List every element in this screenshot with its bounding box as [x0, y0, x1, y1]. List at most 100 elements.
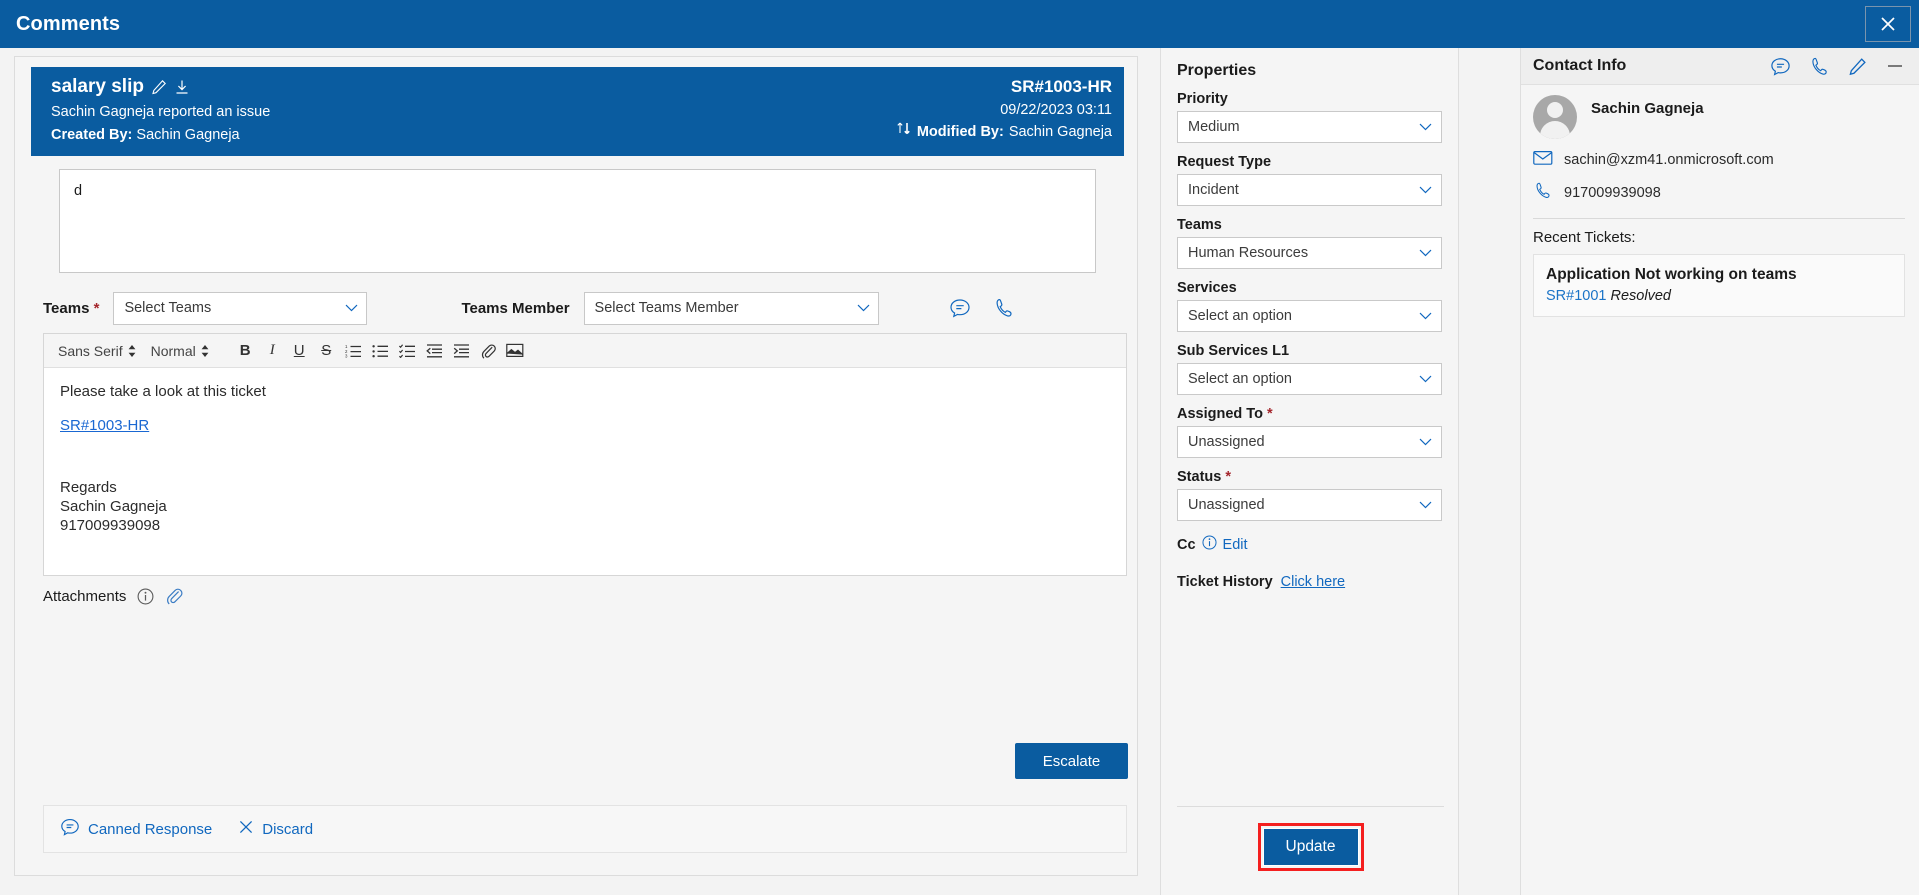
- italic-button[interactable]: I: [259, 338, 286, 364]
- pencil-icon[interactable]: [151, 79, 167, 95]
- teams-select-value: Select Teams: [124, 300, 212, 316]
- pencil-icon[interactable]: [1848, 57, 1867, 76]
- assigned-to-label-text: Assigned To: [1177, 406, 1263, 422]
- status-select[interactable]: Unassigned: [1177, 489, 1442, 521]
- editor-footer-bar: Canned Response Discard: [43, 805, 1127, 853]
- services-label-text: Services: [1177, 280, 1237, 296]
- status-label: Status *: [1177, 469, 1442, 485]
- rich-text-editor: Sans Serif Normal B I U S 123 Please tak…: [43, 333, 1127, 576]
- priority-select[interactable]: Medium: [1177, 111, 1442, 143]
- bullet-list-button[interactable]: [367, 338, 394, 364]
- canned-response-button[interactable]: Canned Response: [60, 817, 212, 841]
- contact-info-title: Contact Info: [1533, 57, 1627, 74]
- chevron-down-icon: [345, 304, 358, 313]
- teams-required-marker: *: [93, 299, 100, 317]
- chevron-down-icon: [1419, 375, 1432, 384]
- list-item[interactable]: Application Not working on teams SR#1001…: [1533, 254, 1905, 317]
- comment-input[interactable]: [59, 169, 1096, 273]
- recent-ticket-id[interactable]: SR#1001: [1546, 288, 1606, 304]
- minimize-icon[interactable]: [1885, 59, 1905, 73]
- assigned-to-select[interactable]: Unassigned: [1177, 426, 1442, 458]
- font-family-stepper-icon[interactable]: [127, 343, 137, 359]
- teams-property-value: Human Resources: [1188, 245, 1309, 261]
- ticket-card-right: SR#1003-HR 09/22/2023 03:11 Modified By:…: [896, 75, 1112, 143]
- ticket-id: SR#1003-HR: [1010, 77, 1112, 96]
- strikethrough-button[interactable]: S: [313, 338, 340, 364]
- teams-label: Teams *: [43, 300, 99, 317]
- update-button[interactable]: Update: [1262, 828, 1359, 866]
- contact-info-body: Sachin Gagneja sachin@xzm41.onmicrosoft.…: [1521, 85, 1919, 317]
- teams-property-select[interactable]: Human Resources: [1177, 237, 1442, 269]
- contact-info-panel: Contact Info Sachin Gagneja sachin@xzm41…: [1520, 48, 1919, 895]
- ticket-subtitle: Sachin Gagneja reported an issue: [51, 104, 271, 120]
- teams-property-label-text: Teams: [1177, 217, 1222, 233]
- modal-header: Comments: [0, 0, 1919, 48]
- ticket-card-left: salary slip Sachin Gagneja reported an i…: [51, 75, 270, 146]
- underline-button[interactable]: U: [286, 338, 313, 364]
- status-required-marker: *: [1225, 469, 1232, 485]
- contact-identity: Sachin Gagneja: [1533, 95, 1905, 139]
- contact-email-row: sachin@xzm41.onmicrosoft.com: [1533, 150, 1905, 170]
- sort-arrows-icon[interactable]: [896, 121, 912, 143]
- font-size-dropdown[interactable]: Normal: [151, 343, 196, 359]
- checklist-button[interactable]: [394, 338, 421, 364]
- phone-icon: [1533, 181, 1553, 204]
- bold-button[interactable]: B: [232, 338, 259, 364]
- services-select[interactable]: Select an option: [1177, 300, 1442, 332]
- phone-icon[interactable]: [993, 297, 1015, 319]
- phone-icon[interactable]: [1809, 56, 1830, 77]
- modal-body: salary slip Sachin Gagneja reported an i…: [0, 48, 1919, 895]
- request-type-value: Incident: [1188, 182, 1239, 198]
- mail-icon: [1533, 150, 1553, 170]
- sub-services-l1-label-text: Sub Services L1: [1177, 343, 1290, 359]
- escalate-button[interactable]: Escalate: [1015, 743, 1128, 779]
- avatar-body: [1540, 121, 1570, 139]
- font-family-dropdown[interactable]: Sans Serif: [58, 343, 123, 359]
- teams-select[interactable]: Select Teams: [113, 291, 368, 325]
- chat-bubble-icon[interactable]: [1770, 56, 1791, 77]
- ticket-date: 09/22/2023 03:11: [1000, 102, 1112, 118]
- info-icon[interactable]: [1202, 535, 1217, 554]
- page-title: Comments: [16, 12, 121, 35]
- chevron-down-icon: [857, 304, 870, 313]
- indent-button[interactable]: [448, 338, 475, 364]
- cc-edit-link[interactable]: Edit: [1223, 537, 1248, 553]
- chevron-down-icon: [1419, 249, 1432, 258]
- ordered-list-button[interactable]: 123: [340, 338, 367, 364]
- property-field-status: Status * Unassigned: [1177, 469, 1442, 521]
- teams-member-select[interactable]: Select Teams Member: [583, 291, 879, 325]
- discard-button[interactable]: Discard: [238, 819, 313, 839]
- svg-text:3: 3: [345, 354, 348, 358]
- outdent-button[interactable]: [421, 338, 448, 364]
- teams-property-label: Teams: [1177, 217, 1442, 233]
- request-type-select[interactable]: Incident: [1177, 174, 1442, 206]
- created-by-label: Created By:: [51, 127, 133, 143]
- contact-divider: [1533, 218, 1905, 219]
- teams-selection-row: Teams * Select Teams Teams Member Select…: [43, 289, 1127, 327]
- ticket-summary-card: salary slip Sachin Gagneja reported an i…: [31, 67, 1124, 156]
- download-icon[interactable]: [174, 79, 190, 95]
- editor-signature-1: Regards: [60, 479, 117, 496]
- ticket-history-link[interactable]: Click here: [1281, 574, 1345, 590]
- properties-divider: [1177, 806, 1444, 807]
- recent-ticket-title: Application Not working on teams: [1546, 266, 1797, 283]
- created-by-value: Sachin Gagneja: [136, 127, 240, 143]
- property-field-request-type: Request Type Incident: [1177, 154, 1442, 206]
- contact-info-header: Contact Info: [1521, 48, 1919, 85]
- info-icon[interactable]: [137, 588, 154, 605]
- chat-bubble-icon[interactable]: [949, 297, 971, 319]
- editor-content[interactable]: Please take a look at this ticket SR#100…: [44, 368, 1126, 549]
- chevron-down-icon: [1419, 186, 1432, 195]
- attach-link-button[interactable]: [475, 338, 502, 364]
- contact-info-actions: [1770, 56, 1905, 77]
- assigned-to-required-marker: *: [1266, 406, 1273, 422]
- editor-ticket-link[interactable]: SR#1003-HR: [60, 417, 149, 434]
- paperclip-icon[interactable]: [165, 587, 184, 606]
- close-button[interactable]: [1865, 6, 1911, 42]
- font-size-stepper-icon[interactable]: [200, 343, 210, 359]
- sub-services-l1-select[interactable]: Select an option: [1177, 363, 1442, 395]
- insert-image-button[interactable]: [502, 338, 529, 364]
- ticket-title: salary slip: [51, 76, 144, 97]
- editor-signature-3: 917009939098: [60, 517, 161, 534]
- chevron-down-icon: [1419, 501, 1432, 510]
